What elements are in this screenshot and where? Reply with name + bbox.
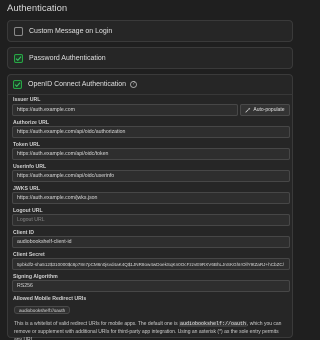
redirect-uris-note: This is a whitelist of valid redirect UR… (14, 321, 282, 340)
password-auth-checkbox[interactable] (14, 53, 23, 63)
help-icon[interactable]: ? (130, 80, 138, 88)
authentication-settings-page: Authentication Custom Message on Login P… (0, 0, 300, 340)
custom-message-checkbox[interactable] (14, 26, 23, 36)
jwks-url-input[interactable]: https://auth.example.com/jwks.json (12, 192, 290, 204)
default-uri-code: audiobookshelf://oauth (178, 321, 247, 327)
auto-populate-label: Auto-populate (253, 107, 285, 113)
signing-algorithm-select[interactable]: RS256 (12, 280, 290, 292)
checkmark-icon (15, 55, 22, 61)
client-id-input[interactable]: audiobookshelf-client-id (12, 236, 290, 248)
password-auth-label: Password Authentication (29, 54, 106, 62)
token-url-input[interactable]: https://auth.example.com/api/oidc/token (12, 148, 290, 160)
auto-populate-button[interactable]: Auto-populate (240, 104, 290, 116)
issuer-url-input[interactable]: https://auth.example.com (12, 104, 238, 116)
openid-label: OpenID Connect Authentication (28, 80, 127, 88)
checkmark-icon (14, 81, 21, 87)
magic-wand-icon (245, 107, 251, 113)
openid-checkbox[interactable] (13, 79, 22, 89)
divider (7, 94, 293, 95)
client-secret-input[interactable]: 5pbkdf2-sha512$310000$c8p78n7pCM6n0jsvd4… (12, 258, 290, 270)
password-auth-option[interactable]: Password Authentication (7, 47, 293, 69)
authorize-url-input[interactable]: https://auth.example.com/api/oidc/author… (12, 126, 290, 138)
custom-message-option[interactable]: Custom Message on Login (7, 20, 293, 42)
page-title: Authentication (7, 3, 68, 14)
logout-url-input[interactable]: Logout URL (12, 214, 290, 226)
userinfo-url-input[interactable]: https://auth.example.com/api/oidc/userin… (12, 170, 290, 182)
redirect-uri-chip[interactable]: audiobookshelf://oauth (14, 306, 71, 314)
openid-option[interactable]: OpenID Connect Authentication ? (7, 74, 293, 94)
redirect-uris-label: Allowed Mobile Redirect URIs (13, 296, 87, 302)
issuer-url-label: Issuer URL (13, 97, 41, 103)
custom-message-label: Custom Message on Login (29, 27, 113, 35)
